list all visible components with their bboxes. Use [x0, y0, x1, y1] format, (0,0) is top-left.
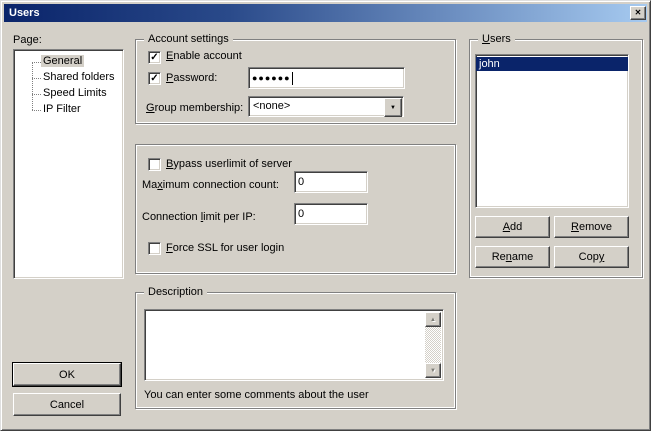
description-title: Description	[144, 286, 207, 299]
triangle-down-icon: ▼	[430, 368, 436, 374]
tree-item-ip-filter[interactable]: IP Filter	[14, 102, 123, 118]
users-listbox[interactable]: john	[475, 54, 629, 208]
tree-item-label[interactable]: Speed Limits	[41, 87, 109, 99]
cancel-button[interactable]: Cancel	[13, 393, 121, 416]
account-settings-title: Account settings	[144, 33, 233, 46]
max-connection-count-label: Maximum connection count:	[142, 179, 279, 192]
rename-user-button[interactable]: Rename	[475, 246, 550, 268]
window-title: Users	[4, 4, 40, 22]
users-dialog: Users ✕ Page: General Shared folders Spe…	[0, 0, 651, 431]
tree-connector	[32, 110, 41, 111]
group-membership-value: <none>	[253, 100, 290, 112]
description-text[interactable]	[147, 312, 424, 378]
password-checkbox[interactable]: ✓	[148, 72, 161, 85]
description-scrollbar[interactable]: ▲ ▼	[425, 312, 441, 378]
scrollbar-track[interactable]	[425, 327, 441, 363]
bypass-userlimit-label: Bypass userlimit of server	[166, 158, 292, 171]
titlebar[interactable]: Users	[4, 4, 647, 22]
tree-item-general[interactable]: General	[14, 54, 123, 70]
scroll-down-button[interactable]: ▼	[425, 363, 441, 378]
text-caret	[292, 72, 293, 85]
connection-limit-per-ip-label: Connection limit per IP:	[142, 211, 256, 224]
password-label: Password:	[166, 72, 217, 85]
password-input[interactable]: ●●●●●●	[248, 67, 405, 89]
dropdown-button[interactable]: ▼	[384, 98, 402, 117]
close-button[interactable]: ✕	[630, 6, 646, 20]
group-membership-select[interactable]: <none> ▼	[248, 96, 404, 117]
check-icon: ✓	[150, 53, 158, 63]
password-value: ●●●●●●	[252, 73, 291, 83]
bypass-userlimit-checkbox[interactable]	[148, 158, 161, 171]
tree-item-label[interactable]: General	[41, 55, 84, 67]
max-connection-count-input[interactable]: 0	[294, 171, 368, 193]
scroll-up-button[interactable]: ▲	[425, 312, 441, 327]
tree-connector	[32, 62, 41, 63]
force-ssl-label: Force SSL for user login	[166, 242, 284, 255]
close-icon: ✕	[635, 9, 642, 17]
copy-user-button[interactable]: Copy	[554, 246, 629, 268]
triangle-up-icon: ▲	[430, 317, 436, 323]
users-group-title: Users	[478, 33, 515, 46]
page-label: Page:	[13, 34, 42, 47]
add-user-button[interactable]: Add	[475, 216, 550, 238]
tree-item-label[interactable]: Shared folders	[41, 71, 117, 83]
ok-button[interactable]: OK	[13, 363, 121, 386]
tree-connector	[32, 94, 41, 95]
description-textarea[interactable]: ▲ ▼	[144, 309, 444, 381]
force-ssl-checkbox[interactable]	[148, 242, 161, 255]
remove-user-button[interactable]: Remove	[554, 216, 629, 238]
tree-item-speed-limits[interactable]: Speed Limits	[14, 86, 123, 102]
tree-connector	[32, 78, 41, 79]
tree-item-shared-folders[interactable]: Shared folders	[14, 70, 123, 86]
chevron-down-icon: ▼	[390, 105, 396, 111]
enable-account-label: Enable account	[166, 50, 242, 63]
list-item-john[interactable]: john	[476, 57, 628, 71]
tree-item-label[interactable]: IP Filter	[41, 103, 83, 115]
description-hint: You can enter some comments about the us…	[144, 389, 369, 402]
group-membership-label: Group membership:	[146, 102, 243, 115]
enable-account-checkbox[interactable]: ✓	[148, 51, 161, 64]
check-icon: ✓	[150, 74, 158, 84]
page-tree[interactable]: General Shared folders Speed Limits IP F…	[13, 49, 124, 279]
connection-limit-per-ip-input[interactable]: 0	[294, 203, 368, 225]
